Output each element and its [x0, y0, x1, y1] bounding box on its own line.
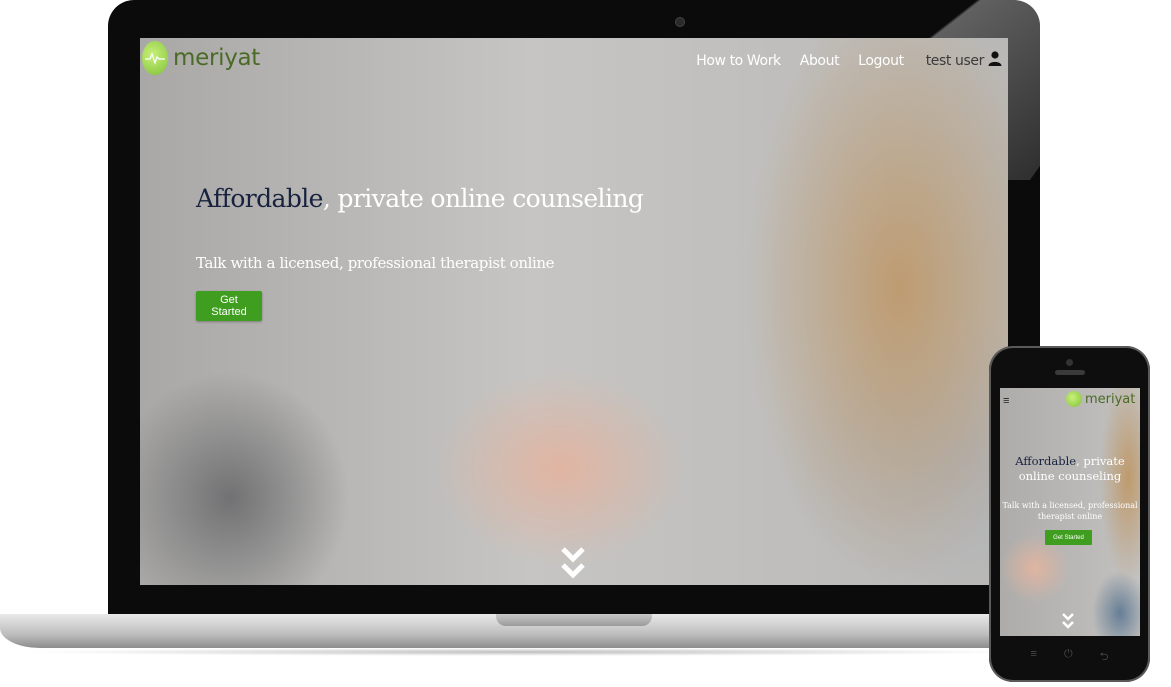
phone-speaker [1055, 370, 1085, 375]
mobile-logo-mark-icon [1066, 391, 1082, 407]
phone-camera [1066, 359, 1073, 366]
mobile-hero-subtitle: Talk with a licensed, professional thera… [1000, 500, 1140, 522]
mobile-get-started-button[interactable]: Get Started [1045, 530, 1092, 545]
mobile-hero-title: Affordable, private online counseling [1000, 454, 1140, 484]
phone-frame: ≡ meriyat Affordable, private online cou… [989, 346, 1150, 682]
hero-title-accent: Affordable [196, 184, 323, 213]
hero-title-rest: , private online counseling [322, 184, 644, 213]
mobile-double-chevron-down-icon[interactable] [1061, 612, 1075, 635]
nav-links: How to Work About Logout test user [677, 51, 1002, 70]
phone-menu-button-icon[interactable]: ≡ [1031, 648, 1037, 667]
phone-screen: ≡ meriyat Affordable, private online cou… [1000, 388, 1140, 636]
laptop-camera [675, 17, 685, 27]
laptop-shadow [20, 648, 1030, 656]
user-icon [988, 51, 1002, 70]
laptop-notch [496, 614, 652, 626]
hamburger-menu-icon[interactable]: ≡ [1003, 395, 1009, 407]
phone-home-button-icon[interactable]: ⏻ [1064, 648, 1073, 667]
hero-background-photo [140, 38, 1008, 585]
laptop-screen: meriyat How to Work About Logout test us… [140, 38, 1008, 585]
phone-back-button-icon[interactable]: ⮌ [1100, 648, 1109, 667]
top-navbar: meriyat How to Work About Logout test us… [140, 38, 1008, 84]
user-menu[interactable]: test user [926, 51, 1002, 70]
brand-logo[interactable]: meriyat [142, 41, 260, 75]
nav-link-how-to-work[interactable]: How to Work [696, 53, 781, 69]
user-name: test user [925, 52, 985, 69]
mobile-title-accent: Affordable [1015, 454, 1077, 468]
hero-subtitle: Talk with a licensed, professional thera… [196, 254, 555, 272]
mobile-brand-logo[interactable]: meriyat [1066, 391, 1135, 407]
logo-mark-icon [142, 41, 168, 75]
mobile-subtitle-line-2: therapist online [1037, 512, 1103, 521]
mobile-brand-name: meriyat [1085, 391, 1136, 407]
mobile-title-rest-2: online counseling [1018, 469, 1122, 483]
nav-link-logout[interactable]: Logout [858, 53, 904, 69]
mobile-title-rest-1: , private [1076, 454, 1125, 468]
nav-link-about[interactable]: About [800, 53, 840, 69]
get-started-button[interactable]: Get Started [196, 291, 262, 321]
hero-title: Affordable, private online counseling [196, 184, 644, 213]
mobile-subtitle-line-1: Talk with a licensed, professional [1002, 501, 1138, 510]
brand-name: meriyat [173, 45, 261, 71]
phone-hardware-buttons: ≡ ⏻ ⮌ [989, 648, 1150, 667]
double-chevron-down-icon[interactable] [560, 546, 586, 585]
